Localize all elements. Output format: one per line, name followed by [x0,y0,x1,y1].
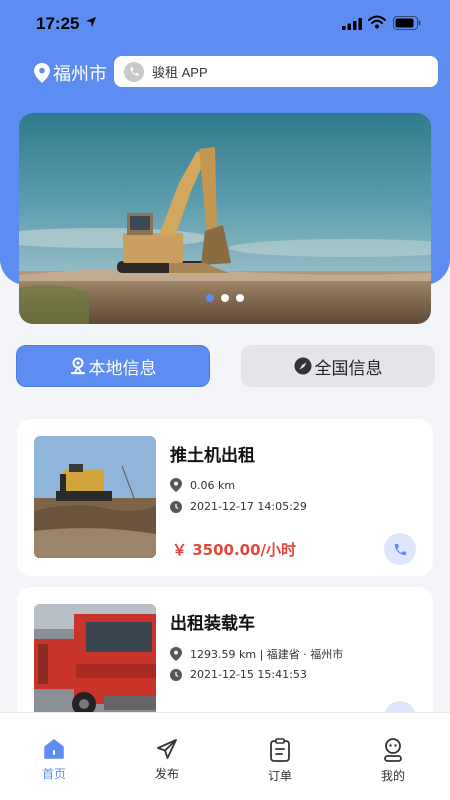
location-pin-icon [170,647,182,661]
carousel-dot[interactable] [236,294,244,302]
search-text: 骏租 APP [152,65,208,80]
phone-circle-icon [124,61,144,82]
tab-label: 发布 [154,767,179,781]
listing-price: ￥ 3500.00/小时 [172,541,297,559]
clock-icon [170,668,182,681]
city-selector[interactable]: 福州市 [34,60,107,86]
status-bar: 17:25 [0,0,450,48]
listing-time: 2021-12-15 15:41:53 [170,668,307,681]
listing-thumbnail [34,436,156,558]
bottom-tab-bar: 首页 发布 订单 我的 [0,712,450,800]
carousel-dot[interactable] [206,294,214,302]
location-pin-icon [170,478,182,492]
banner-carousel[interactable] [19,113,431,324]
listing-thumbnail [34,604,156,726]
phone-icon [394,543,406,555]
tab-mine[interactable]: 我的 [363,737,423,784]
listing-card[interactable]: 推土机出租 0.06 km 2021-12-17 14:05:29 ￥ 3500… [17,419,433,576]
tab-label: 我的 [380,769,405,783]
wifi-icon [368,15,386,29]
clipboard-icon [270,738,290,762]
call-button[interactable] [384,533,416,565]
banner-image [19,113,431,324]
national-info-label: 全国信息 [314,358,383,379]
local-info-button[interactable]: 本地信息 [16,345,210,387]
compass-icon [294,357,311,375]
listing-title: 出租装载车 [170,614,255,634]
location-arrow-icon [86,17,96,27]
tab-publish[interactable]: 发布 [137,737,197,782]
tab-label: 订单 [267,769,292,783]
home-icon [44,739,64,759]
user-icon [384,738,402,762]
clock-icon [170,500,182,513]
listing-distance: 1293.59 km | 福建省 · 福州市 [170,646,343,662]
send-icon [157,739,177,759]
person-pin-icon [70,357,85,375]
national-info-button[interactable]: 全国信息 [241,345,435,387]
tab-orders[interactable]: 订单 [250,737,310,784]
battery-icon [393,16,421,30]
listing-title: 推土机出租 [170,446,255,466]
status-time: 17:25 [36,14,80,33]
location-pin-icon [34,63,50,83]
listing-distance: 0.06 km [170,478,235,492]
tab-label: 首页 [41,767,66,781]
listing-time: 2021-12-17 14:05:29 [170,500,307,513]
city-label: 福州市 [53,64,107,85]
carousel-indicators [19,294,431,302]
local-info-label: 本地信息 [88,358,157,379]
tab-home[interactable]: 首页 [24,737,84,782]
carousel-dot[interactable] [221,294,229,302]
cellular-signal-icon [342,18,362,30]
search-bar[interactable]: 骏租 APP [114,56,438,87]
